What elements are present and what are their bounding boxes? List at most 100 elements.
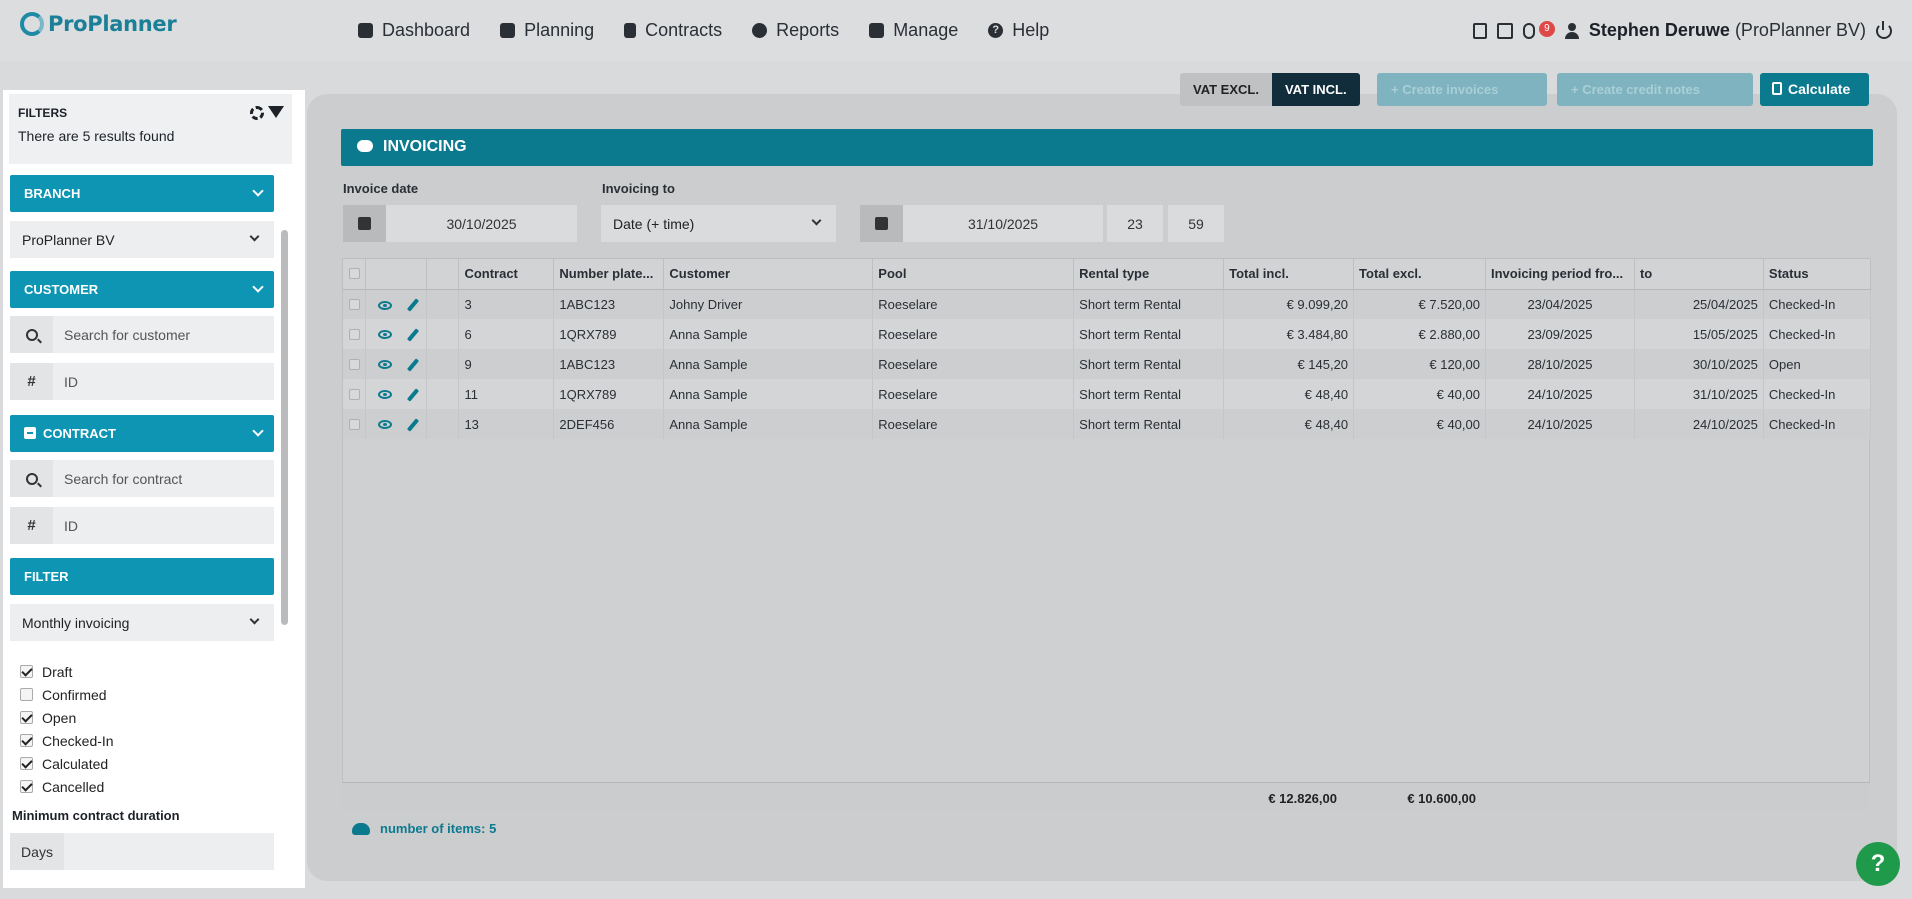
- logo[interactable]: ProPlanner: [20, 12, 177, 36]
- vat-incl-button[interactable]: VAT INCL.: [1271, 73, 1360, 106]
- col-period-to[interactable]: to: [1634, 259, 1764, 290]
- invoicing-type-select[interactable]: Monthly invoicing: [10, 604, 274, 641]
- checkbox[interactable]: [20, 688, 33, 701]
- eye-icon[interactable]: [378, 420, 393, 430]
- col-customer[interactable]: Customer: [663, 259, 874, 290]
- nav-help[interactable]: ? Help: [988, 20, 1049, 41]
- clear-filter-icon[interactable]: [268, 106, 284, 118]
- filter-section-header[interactable]: FILTER: [10, 558, 274, 595]
- cell-contract: 3: [458, 289, 555, 319]
- row-checkbox[interactable]: [348, 418, 360, 430]
- nav-dashboard[interactable]: Dashboard: [358, 20, 470, 41]
- branch-header-label: BRANCH: [24, 186, 81, 201]
- col-contract[interactable]: Contract: [458, 259, 555, 290]
- checkbox[interactable]: [20, 780, 33, 793]
- calculate-button[interactable]: Calculate: [1760, 73, 1869, 106]
- checkbox[interactable]: [20, 711, 33, 724]
- status-draft[interactable]: Draft: [20, 660, 114, 683]
- customer-id-input[interactable]: [53, 363, 274, 400]
- clipboard-icon[interactable]: [1472, 22, 1487, 39]
- invoice-date-field[interactable]: 30/10/2025: [343, 205, 577, 242]
- table-row[interactable]: 13 2DEF456 Anna Sample Roeselare Short t…: [343, 409, 1872, 439]
- checkbox[interactable]: [20, 734, 33, 747]
- row-actions: [365, 319, 428, 349]
- create-credit-notes-button[interactable]: + Create credit notes: [1557, 73, 1753, 106]
- status-calculated[interactable]: Calculated: [20, 752, 114, 775]
- help-button[interactable]: ?: [1856, 842, 1900, 886]
- status-open[interactable]: Open: [20, 706, 114, 729]
- eye-icon[interactable]: [378, 360, 393, 370]
- nav-label: Dashboard: [382, 20, 471, 40]
- user-menu[interactable]: Stephen Deruwe (ProPlanner BV): [1589, 20, 1866, 41]
- col-period-from[interactable]: Invoicing period fro...: [1485, 259, 1635, 290]
- nav-planning[interactable]: Planning: [500, 20, 594, 41]
- table-row[interactable]: 11 1QRX789 Anna Sample Roeselare Short t…: [343, 379, 1872, 409]
- eye-icon[interactable]: [378, 300, 393, 310]
- row-checkbox[interactable]: [348, 298, 360, 310]
- vat-excl-button[interactable]: VAT EXCL.: [1180, 73, 1272, 106]
- cell-period-from: 24/10/2025: [1485, 409, 1635, 439]
- min-duration-field[interactable]: Days: [10, 833, 274, 870]
- contract-section-header[interactable]: CONTRACT: [10, 415, 274, 452]
- scrollbar[interactable]: [281, 230, 288, 625]
- pencil-icon[interactable]: [406, 358, 419, 372]
- status-checked-in[interactable]: Checked-In: [20, 729, 114, 752]
- col-pool[interactable]: Pool: [872, 259, 1075, 290]
- nav-reports[interactable]: Reports: [752, 20, 839, 41]
- row-checkbox[interactable]: [348, 388, 360, 400]
- calendar-button[interactable]: [343, 205, 386, 242]
- power-icon[interactable]: [1876, 20, 1892, 39]
- contract-search-input[interactable]: [53, 460, 274, 497]
- grid-icon: [358, 23, 373, 38]
- create-invoices-button[interactable]: + Create invoices: [1377, 73, 1547, 106]
- hour-field[interactable]: 23: [1107, 205, 1163, 242]
- col-status[interactable]: Status: [1763, 259, 1872, 290]
- table-row[interactable]: 6 1QRX789 Anna Sample Roeselare Short te…: [343, 319, 1872, 349]
- invoicing-to-select[interactable]: Date (+ time): [601, 205, 836, 242]
- notification-icon[interactable]: [1522, 22, 1535, 39]
- col-total-incl[interactable]: Total incl.: [1223, 259, 1355, 290]
- pencil-icon[interactable]: [406, 388, 419, 402]
- chevron-down-icon: [252, 281, 264, 293]
- invoicing-to-value: Date (+ time): [613, 216, 695, 232]
- invoice-table: Contract Number plate... Customer Pool R…: [342, 258, 1872, 810]
- items-count[interactable]: number of items: 5: [352, 821, 496, 836]
- eye-icon[interactable]: [378, 330, 393, 340]
- table-row[interactable]: 3 1ABC123 Johny Driver Roeselare Short t…: [343, 289, 1872, 319]
- contract-id-input[interactable]: [53, 507, 274, 544]
- pencil-icon[interactable]: [406, 298, 419, 312]
- col-total-excl[interactable]: Total excl.: [1353, 259, 1486, 290]
- table-row[interactable]: 9 1ABC123 Anna Sample Roeselare Short te…: [343, 349, 1872, 379]
- customer-header-label: CUSTOMER: [24, 282, 99, 297]
- pencil-icon[interactable]: [406, 328, 419, 342]
- gear-icon[interactable]: [250, 106, 264, 120]
- eye-icon[interactable]: [378, 390, 393, 400]
- col-rental-type[interactable]: Rental type: [1073, 259, 1225, 290]
- checkbox[interactable]: [20, 757, 33, 770]
- branch-section-header[interactable]: BRANCH: [10, 175, 274, 212]
- status-confirmed[interactable]: Confirmed: [20, 683, 114, 706]
- cell-total-incl: € 145,20: [1223, 349, 1355, 379]
- col-number-plate[interactable]: Number plate...: [553, 259, 665, 290]
- cloud-download-icon[interactable]: [352, 822, 370, 835]
- nav-manage[interactable]: Manage: [869, 20, 958, 41]
- cell-pool: Roeselare: [872, 319, 1075, 349]
- row-checkbox[interactable]: [348, 358, 360, 370]
- main-nav: Dashboard Planning Contracts Reports Man…: [358, 20, 1079, 41]
- min-duration-label: Minimum contract duration: [12, 808, 180, 823]
- cell-period-to: 15/05/2025: [1634, 319, 1764, 349]
- calendar-button[interactable]: [860, 205, 903, 242]
- row-actions: [365, 379, 428, 409]
- document-settings-icon[interactable]: [1496, 22, 1513, 39]
- customer-search-input[interactable]: [53, 316, 274, 353]
- customer-section-header[interactable]: CUSTOMER: [10, 271, 274, 308]
- row-checkbox[interactable]: [348, 328, 360, 340]
- pencil-icon[interactable]: [406, 418, 419, 432]
- nav-contracts[interactable]: Contracts: [624, 20, 722, 41]
- checkbox[interactable]: [20, 665, 33, 678]
- select-all-checkbox[interactable]: [348, 268, 360, 280]
- to-date-field[interactable]: 31/10/2025: [860, 205, 1103, 242]
- branch-select[interactable]: ProPlanner BV: [10, 221, 274, 258]
- minute-field[interactable]: 59: [1168, 205, 1224, 242]
- status-cancelled[interactable]: Cancelled: [20, 775, 114, 798]
